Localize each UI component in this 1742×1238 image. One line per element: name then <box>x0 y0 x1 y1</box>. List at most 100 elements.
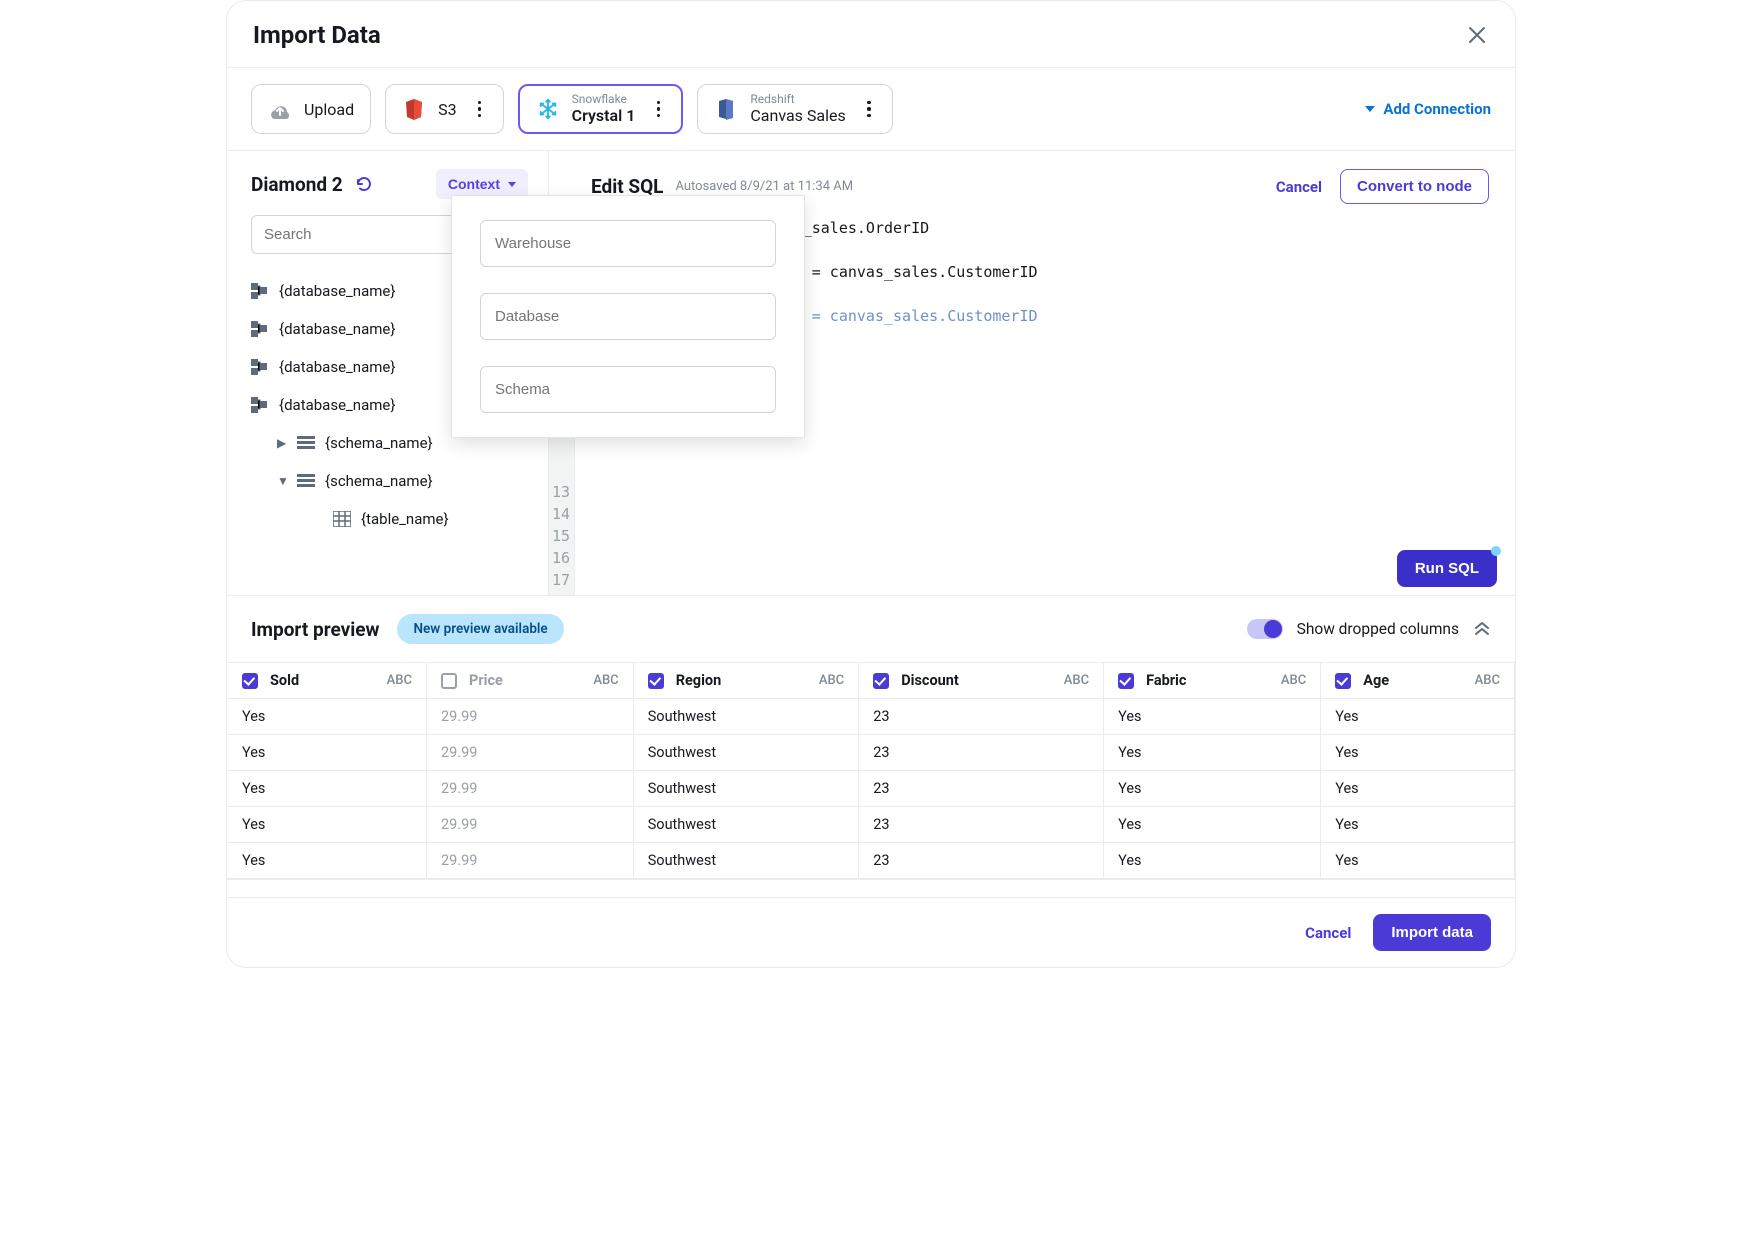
collapse-preview-button[interactable] <box>1473 618 1491 641</box>
tree-label: {table_name} <box>361 510 449 528</box>
table-cell: Yes <box>1104 699 1321 735</box>
table-cell: Yes <box>1104 735 1321 771</box>
caret-down-icon <box>1365 106 1375 112</box>
add-connection-label: Add Connection <box>1383 100 1491 118</box>
close-button[interactable] <box>1465 23 1489 47</box>
table-cell: Yes <box>1104 843 1321 879</box>
database-icon <box>251 397 269 413</box>
column-header: Price ABC <box>427 663 634 699</box>
preview-table: Sold ABC Price ABC Region ABC Discount A… <box>227 662 1515 879</box>
snowflake-icon <box>536 97 560 121</box>
column-header: Age ABC <box>1321 663 1515 699</box>
redshift-sup: Redshift <box>750 93 845 107</box>
source-snowflake[interactable]: Snowflake Crystal 1 <box>518 84 684 134</box>
table-cell: 29.99 <box>427 807 634 843</box>
source-upload[interactable]: Upload <box>251 84 371 134</box>
table-cell: Yes <box>1321 843 1515 879</box>
table-cell: 29.99 <box>427 735 634 771</box>
column-header: Fabric ABC <box>1104 663 1321 699</box>
table-cell: Yes <box>1104 807 1321 843</box>
table-cell: Yes <box>1321 807 1515 843</box>
schema-icon <box>297 436 315 450</box>
column-type: ABC <box>593 673 618 688</box>
column-checkbox[interactable] <box>648 673 664 689</box>
tree-label: {schema_name} <box>325 434 433 452</box>
caret-down-icon <box>508 182 516 187</box>
table-cell: Southwest <box>633 771 859 807</box>
s3-icon <box>402 97 426 121</box>
new-preview-badge[interactable]: New preview available <box>397 614 563 644</box>
warehouse-input[interactable] <box>480 220 776 267</box>
table-cell: Yes <box>228 735 427 771</box>
tree-label: {database_name} <box>279 320 395 338</box>
schema-input[interactable] <box>480 366 776 413</box>
tree-label: {database_name} <box>279 358 395 376</box>
editor-cancel-button[interactable]: Cancel <box>1276 178 1322 196</box>
table-cell: Yes <box>1104 771 1321 807</box>
column-name: Price <box>469 672 503 689</box>
column-checkbox[interactable] <box>873 673 889 689</box>
s3-menu[interactable] <box>473 101 487 118</box>
add-connection-button[interactable]: Add Connection <box>1365 100 1491 118</box>
table-icon <box>333 511 351 527</box>
column-checkbox[interactable] <box>441 673 457 689</box>
column-checkbox[interactable] <box>242 673 258 689</box>
table-cell: Yes <box>228 843 427 879</box>
refresh-button[interactable] <box>355 175 373 193</box>
table-cell: Southwest <box>633 735 859 771</box>
show-dropped-toggle[interactable] <box>1247 619 1283 639</box>
preview-spacer <box>227 879 1515 897</box>
table-cell: 23 <box>859 771 1104 807</box>
column-checkbox[interactable] <box>1118 673 1134 689</box>
table-cell: 29.99 <box>427 699 634 735</box>
mid-section: Diamond 2 Context {database_name} <box>227 151 1515 596</box>
preview-title: Import preview <box>251 618 379 641</box>
column-type: ABC <box>1475 673 1500 688</box>
table-cell: Southwest <box>633 807 859 843</box>
redshift-icon <box>714 97 738 121</box>
table-row: Yes29.99Southwest23YesYes <box>228 807 1515 843</box>
dataset-sidebar: Diamond 2 Context {database_name} <box>227 151 549 595</box>
table-cell: Yes <box>1321 699 1515 735</box>
modal-header: Import Data <box>227 1 1515 68</box>
convert-to-node-button[interactable]: Convert to node <box>1340 169 1489 204</box>
preview-header-row: Sold ABC Price ABC Region ABC Discount A… <box>228 663 1515 699</box>
column-checkbox[interactable] <box>1335 673 1351 689</box>
database-icon <box>251 283 269 299</box>
autosave-label: Autosaved 8/9/21 at 11:34 AM <box>675 179 853 194</box>
chevron-right-icon: ▶ <box>277 436 287 450</box>
table-cell: 23 <box>859 843 1104 879</box>
context-popover <box>451 195 805 438</box>
snowflake-menu[interactable] <box>651 101 665 118</box>
table-cell: Yes <box>228 699 427 735</box>
table-cell: Yes <box>1321 771 1515 807</box>
column-type: ABC <box>1064 673 1089 688</box>
column-type: ABC <box>819 673 844 688</box>
source-s3[interactable]: S3 <box>385 84 504 134</box>
table-cell: Yes <box>228 807 427 843</box>
table-cell: Yes <box>1321 735 1515 771</box>
tree-schema[interactable]: ▼ {schema_name} <box>251 462 534 500</box>
schema-icon <box>297 474 315 488</box>
table-cell: 29.99 <box>427 843 634 879</box>
upload-label: Upload <box>304 100 354 119</box>
redshift-menu[interactable] <box>862 101 876 118</box>
source-redshift[interactable]: Redshift Canvas Sales <box>697 84 892 134</box>
column-name: Discount <box>901 672 959 689</box>
import-data-button[interactable]: Import data <box>1373 914 1491 951</box>
snowflake-label: Crystal 1 <box>572 107 636 125</box>
database-input[interactable] <box>480 293 776 340</box>
tree-table[interactable]: {table_name} <box>251 500 534 538</box>
refresh-icon <box>355 175 373 193</box>
run-sql-button[interactable]: Run SQL <box>1397 550 1497 587</box>
table-cell: Southwest <box>633 699 859 735</box>
snowflake-sup: Snowflake <box>572 93 636 107</box>
footer-cancel-button[interactable]: Cancel <box>1305 924 1351 942</box>
table-row: Yes29.99Southwest23YesYes <box>228 843 1515 879</box>
column-name: Sold <box>270 672 299 689</box>
column-name: Region <box>676 672 722 689</box>
column-name: Fabric <box>1146 672 1186 689</box>
source-pills: Upload S3 Snowflake Crystal 1 <box>251 84 893 134</box>
column-header: Sold ABC <box>228 663 427 699</box>
import-data-modal: Import Data Upload S3 <box>226 0 1516 968</box>
